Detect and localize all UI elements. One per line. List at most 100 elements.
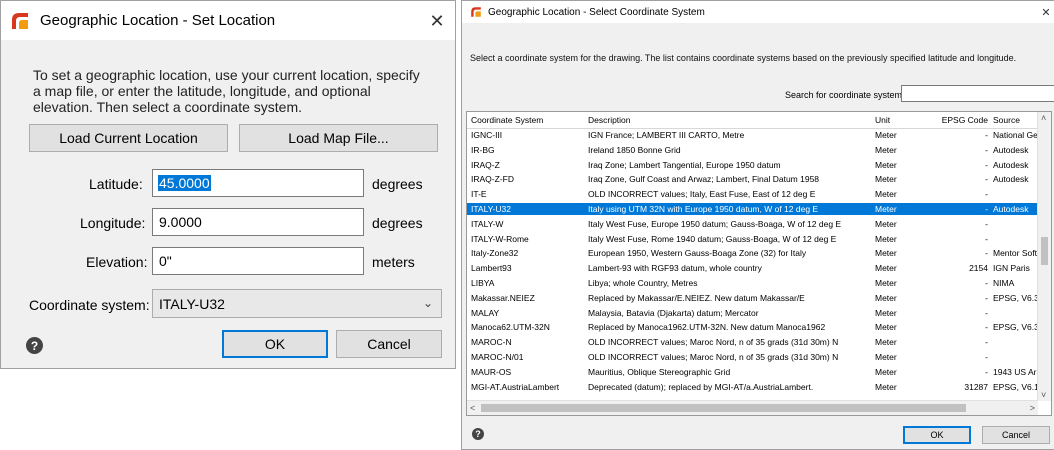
table-cell: 2154 <box>969 263 988 274</box>
table-cell: Meter <box>875 130 897 140</box>
table-cell: Meter <box>875 292 897 303</box>
column-header[interactable]: EPSG Code <box>937 112 988 128</box>
table-row[interactable]: IT-E OLD INCORRECT values; Italy, East Fu… <box>467 188 1051 200</box>
app-icon <box>470 6 482 18</box>
table-row[interactable]: Lambert93 Lambert-93 with RGF93 datum, wh… <box>467 262 1051 274</box>
table-cell: Meter <box>875 218 897 229</box>
ok-button[interactable]: OK <box>222 330 328 358</box>
longitude-value: 9.0000 <box>159 214 202 230</box>
table-header: Coordinate System Description Unit EPSG … <box>467 112 1051 129</box>
table-cell: Meter <box>875 189 897 200</box>
table-cell: - <box>985 159 988 170</box>
select-cs-intro: Select a coordinate system for the drawi… <box>470 53 1017 63</box>
load-map-file-button[interactable]: Load Map File... <box>239 124 438 152</box>
table-cell: Meter <box>875 204 897 214</box>
scroll-up-icon[interactable]: ˄ <box>1041 112 1046 124</box>
latitude-value: 45.0000 <box>158 175 211 191</box>
latitude-field[interactable]: 45.0000 <box>152 169 364 197</box>
table-row[interactable]: IGNC-III IGN France; LAMBERT III CARTO, M… <box>467 129 1051 141</box>
latitude-label: Latitude: <box>89 176 143 192</box>
table-cell: European 1950, Western Gauss-Boaga Zone … <box>588 248 807 259</box>
table-cell: - <box>985 204 988 214</box>
table-cell: - <box>985 307 988 318</box>
table-cell: Meter <box>875 144 897 155</box>
table-cell: OLD INCORRECT values; Maroc Nord, n of 3… <box>588 337 839 348</box>
table-cell: Ireland 1850 Bonne Grid <box>588 144 681 155</box>
table-row[interactable]: Makassar.NEIEZ Replaced by Makassar/E.NEI… <box>467 292 1051 304</box>
table-cell: Italy West Fuse, Rome 1940 datum; Gauss-… <box>588 233 837 244</box>
coordinate-system-table[interactable]: Coordinate System Description Unit EPSG … <box>466 111 1052 416</box>
table-row[interactable]: Italy-Zone32 European 1950, Western Gauss… <box>467 247 1051 259</box>
select-coordinate-system-dialog: Geographic Location - Select Coordinate … <box>461 0 1054 450</box>
scroll-thumb[interactable] <box>1041 237 1048 265</box>
table-cell: Lambert93 <box>471 263 512 274</box>
table-cell: OLD INCORRECT values; Italy, East Fuse, … <box>588 189 816 200</box>
table-cell: IRAQ-Z-FD <box>471 174 514 185</box>
column-header[interactable]: Coordinate System <box>471 112 581 128</box>
set-location-body: To set a geographic location, use your c… <box>1 40 455 368</box>
table-cell: Italy West Fuse, Europe 1950 datum; Gaus… <box>588 218 842 229</box>
column-header[interactable]: Description <box>588 112 866 128</box>
coordinate-system-label: Coordinate system: <box>29 297 150 313</box>
set-location-titlebar[interactable]: Geographic Location - Set Location ✕ <box>1 1 455 40</box>
table-cell: 31287 <box>964 381 988 392</box>
table-cell: ITALY-U32 <box>471 204 512 214</box>
cancel-button[interactable]: Cancel <box>982 426 1050 444</box>
table-row[interactable]: ITALY-W-Rome Italy West Fuse, Rome 1940 d… <box>467 233 1051 245</box>
table-row[interactable]: MAROC-N/01 OLD INCORRECT values; Maroc No… <box>467 351 1051 363</box>
table-row[interactable]: ITALY-U32 Italy using UTM 32N with Europe… <box>467 203 1051 215</box>
close-icon[interactable]: ✕ <box>1040 3 1052 21</box>
help-icon[interactable]: ? <box>472 428 484 440</box>
table-cell: IR-BG <box>471 144 495 155</box>
table-cell: Replaced by Manoca1962.UTM-32N. New datu… <box>588 322 826 333</box>
column-header[interactable]: Unit <box>873 112 935 128</box>
scroll-right-icon[interactable]: ˃ <box>1030 402 1035 414</box>
search-input[interactable] <box>901 85 1054 102</box>
load-current-location-button[interactable]: Load Current Location <box>29 124 228 152</box>
table-row[interactable]: MGI-AT.AustriaLambert Deprecated (datum);… <box>467 381 1051 393</box>
table-cell: - <box>985 337 988 348</box>
table-cell: - <box>985 352 988 362</box>
horizontal-scrollbar[interactable]: ˂ ˃ <box>467 400 1038 415</box>
table-cell: Meter <box>875 352 897 362</box>
table-cell: - <box>985 130 988 140</box>
table-cell: Makassar.NEIEZ <box>471 292 535 303</box>
table-cell: - <box>985 189 988 200</box>
close-icon[interactable]: ✕ <box>425 9 449 33</box>
table-row[interactable]: IRAQ-Z-FD Iraq Zone, Gulf Coast and Arwaz… <box>467 173 1051 185</box>
ok-button[interactable]: OK <box>903 426 971 444</box>
select-cs-titlebar[interactable]: Geographic Location - Select Coordinate … <box>462 1 1054 23</box>
elevation-value: 0" <box>159 253 172 269</box>
cancel-button[interactable]: Cancel <box>336 330 442 358</box>
scroll-left-icon[interactable]: ˂ <box>470 402 475 414</box>
latitude-unit: degrees <box>372 176 423 192</box>
table-cell: Malaysia, Batavia (Djakarta) datum; Merc… <box>588 307 759 318</box>
vertical-scrollbar[interactable]: ˄ ˅ <box>1037 112 1051 401</box>
scroll-down-icon[interactable]: ˅ <box>1041 389 1046 401</box>
longitude-field[interactable]: 9.0000 <box>152 208 364 236</box>
help-icon[interactable]: ? <box>26 337 43 354</box>
table-cell: - <box>985 218 988 229</box>
table-row[interactable]: IR-BG Ireland 1850 Bonne Grid Meter - Autode… <box>467 144 1051 156</box>
chevron-down-icon: ⌄ <box>422 296 433 310</box>
table-row[interactable]: ITALY-W Italy West Fuse, Europe 1950 datu… <box>467 218 1051 230</box>
table-row[interactable]: Manoca62.UTM-32N Replaced by Manoca1962.U… <box>467 321 1051 333</box>
scroll-thumb[interactable] <box>481 404 966 412</box>
table-cell: Meter <box>875 381 897 392</box>
app-icon <box>10 11 30 31</box>
table-row[interactable]: MAUR-OS Mauritius, Oblique Stereographic … <box>467 366 1051 378</box>
table-cell: Manoca62.UTM-32N <box>471 322 550 333</box>
table-cell: Iraq Zone, Gulf Coast and Arwaz; Lambert… <box>588 174 820 185</box>
table-cell: Meter <box>875 233 897 244</box>
select-cs-title: Geographic Location - Select Coordinate … <box>488 6 705 18</box>
table-row[interactable]: MALAY Malaysia, Batavia (Djakarta) datum;… <box>467 307 1051 319</box>
longitude-label: Longitude: <box>80 215 146 231</box>
table-row[interactable]: IRAQ-Z Iraq Zone; Lambert Tangential, Eur… <box>467 159 1051 171</box>
longitude-unit: degrees <box>372 215 423 231</box>
coordinate-system-dropdown[interactable]: ITALY-U32 ⌄ <box>152 289 442 318</box>
table-cell: Italy using UTM 32N with Europe 1950 dat… <box>588 204 819 214</box>
elevation-field[interactable]: 0" <box>152 247 364 275</box>
table-row[interactable]: LIBYA Libya; whole Country, Metres Meter - N… <box>467 277 1051 289</box>
table-row[interactable]: MAROC-N OLD INCORRECT values; Maroc Nord,… <box>467 336 1051 348</box>
table-cell: Lambert-93 with RGF93 datum, whole count… <box>588 263 762 274</box>
